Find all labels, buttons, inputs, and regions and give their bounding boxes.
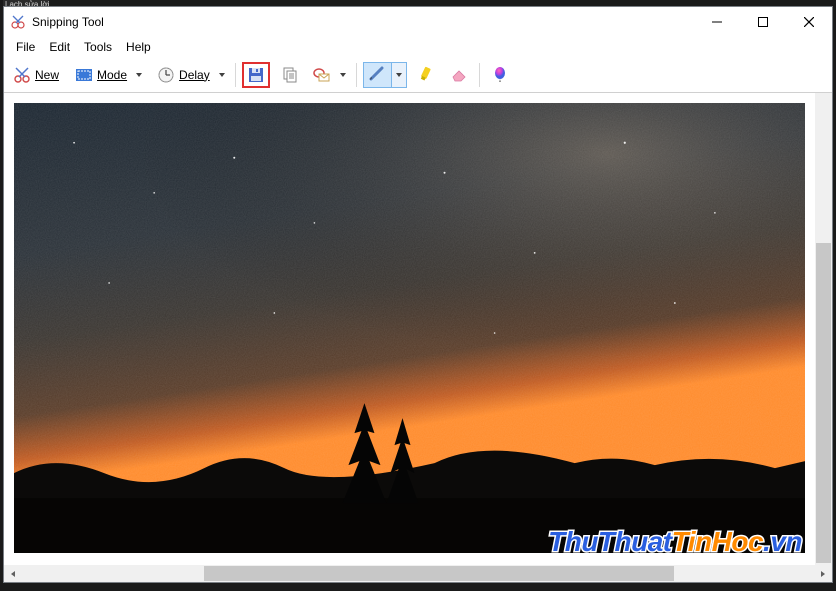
paint3d-button[interactable] xyxy=(486,62,514,88)
canvas[interactable] xyxy=(4,93,832,565)
scissors-icon xyxy=(13,66,31,84)
balloon-icon xyxy=(491,66,509,84)
toolbar-separator xyxy=(356,63,357,87)
menu-bar: File Edit Tools Help xyxy=(4,37,832,57)
copy-icon xyxy=(281,66,299,84)
save-icon xyxy=(247,66,265,84)
maximize-button[interactable] xyxy=(740,7,786,37)
menu-edit[interactable]: Edit xyxy=(43,38,76,56)
minimize-button[interactable] xyxy=(694,7,740,37)
delay-label: Delay xyxy=(179,68,210,82)
snipping-tool-window: Snipping Tool File Edit Tools Help xyxy=(3,6,833,583)
mode-label: Mode xyxy=(97,68,127,82)
app-icon xyxy=(10,14,26,30)
window-title: Snipping Tool xyxy=(32,15,104,29)
pen-dropdown[interactable] xyxy=(391,62,407,88)
mode-dropdown[interactable] xyxy=(132,71,146,79)
mode-button[interactable]: Mode xyxy=(70,62,132,88)
mode-icon xyxy=(75,66,93,84)
pen-tool[interactable] xyxy=(363,62,407,88)
scroll-left-icon[interactable] xyxy=(6,567,20,580)
watermark: ThuThuatTinHoc.vn xyxy=(548,526,802,558)
clock-icon xyxy=(157,66,175,84)
horizontal-scrollbar[interactable] xyxy=(4,565,832,582)
new-label: New xyxy=(35,68,59,82)
envelope-icon xyxy=(313,66,331,84)
delay-button[interactable]: Delay xyxy=(152,62,215,88)
menu-help[interactable]: Help xyxy=(120,38,157,56)
toolbar-separator xyxy=(235,63,236,87)
send-dropdown[interactable] xyxy=(336,71,350,79)
delay-dropdown[interactable] xyxy=(215,71,229,79)
copy-button[interactable] xyxy=(276,62,304,88)
scrollbar-thumb[interactable] xyxy=(816,243,831,563)
captured-image xyxy=(14,103,805,553)
new-snip-button[interactable]: New xyxy=(8,62,64,88)
watermark-part3: .vn xyxy=(763,526,802,557)
content-area xyxy=(4,93,832,582)
vertical-scrollbar[interactable] xyxy=(815,93,832,565)
scrollbar-thumb[interactable] xyxy=(204,566,674,581)
eraser-tool[interactable] xyxy=(445,62,473,88)
toolbar-separator xyxy=(479,63,480,87)
save-button[interactable] xyxy=(242,62,270,88)
menu-tools[interactable]: Tools xyxy=(78,38,118,56)
menu-file[interactable]: File xyxy=(10,38,41,56)
scroll-right-icon[interactable] xyxy=(816,567,830,580)
watermark-part1: ThuThuat xyxy=(548,526,672,557)
watermark-part2: TinHoc xyxy=(672,526,763,557)
send-button[interactable] xyxy=(308,62,336,88)
toolbar: New Mode xyxy=(4,57,832,93)
close-button[interactable] xyxy=(786,7,832,37)
title-bar: Snipping Tool xyxy=(4,7,832,37)
eraser-icon xyxy=(450,66,468,84)
highlighter-icon xyxy=(418,66,436,84)
pen-icon xyxy=(368,64,386,85)
highlighter-tool[interactable] xyxy=(413,62,441,88)
